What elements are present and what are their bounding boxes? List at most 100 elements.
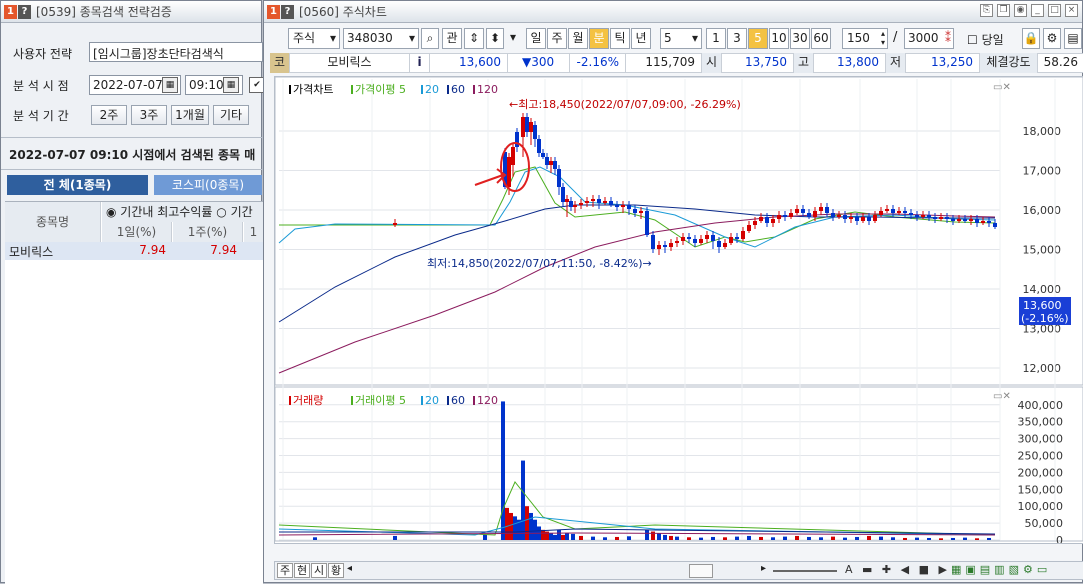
- tab-all[interactable]: 전 체(1종목): [7, 175, 148, 195]
- count-input[interactable]: 150 ▴ ▾: [842, 28, 888, 49]
- candle-body: [663, 245, 667, 247]
- volume-bar: [759, 536, 763, 540]
- volume-bar: [963, 537, 967, 540]
- info-icon[interactable]: i: [410, 53, 430, 73]
- period-tab-4[interactable]: 틱: [610, 28, 630, 49]
- interval-button-2[interactable]: 5: [748, 28, 768, 49]
- period-tab-0[interactable]: 일: [526, 28, 546, 49]
- volume-bar: [807, 536, 811, 540]
- stock-name[interactable]: 모비릭스: [290, 53, 410, 73]
- volume-bar: [533, 519, 537, 540]
- candle-body: [561, 187, 565, 202]
- candle-body: [777, 215, 781, 219]
- tab-kospi[interactable]: 코스피(0종목): [154, 175, 262, 195]
- help-icon[interactable]: ?: [18, 4, 31, 19]
- period-2w-button[interactable]: 2주: [91, 105, 127, 125]
- radio-max-return-label: 기간내 최고수익률: [120, 205, 213, 219]
- scroll-left-icon[interactable]: ◂: [347, 563, 352, 574]
- volume-bar: [663, 534, 667, 540]
- bottom-tab-3[interactable]: 황: [328, 563, 344, 578]
- interval-button-4[interactable]: 30: [790, 28, 810, 49]
- market-select[interactable]: 주식 ▾: [288, 28, 340, 49]
- candle-body: [927, 215, 931, 217]
- help-icon[interactable]: ?: [281, 4, 294, 19]
- stepper-icon[interactable]: ⬍: [486, 28, 504, 49]
- export-icons[interactable]: ▦▣▤▥▧⚙▭: [951, 563, 1051, 576]
- layout-icon[interactable]: ▤: [1064, 28, 1082, 49]
- candle-body: [957, 219, 961, 221]
- volume-bar: [675, 536, 679, 540]
- spinner-icon[interactable]: ▴ ▾: [881, 29, 885, 47]
- strategy-window-titlebar: 1? [0539] 종목검색 전략검증: [1, 1, 261, 23]
- search-icon[interactable]: ⌕: [421, 28, 439, 49]
- radio-max-return[interactable]: ◉: [106, 205, 120, 219]
- candle-body: [771, 219, 775, 223]
- chart-area[interactable]: 18,000 17,000 16,000 15,000 14,000 13,000 12,0…: [267, 76, 1083, 560]
- period-tab-2[interactable]: 월: [568, 28, 588, 49]
- interval-button-3[interactable]: 10: [769, 28, 789, 49]
- candle-body: [627, 205, 631, 209]
- volume-bar: [615, 536, 619, 540]
- updown-icon[interactable]: ⇕: [464, 28, 484, 49]
- period-tab-5[interactable]: 년: [631, 28, 651, 49]
- gear-icon[interactable]: ⚙: [1043, 28, 1061, 49]
- candle-body: [981, 221, 985, 223]
- volume-bar: [541, 529, 545, 540]
- candle-body: [873, 215, 877, 221]
- volume-bar: [565, 533, 569, 540]
- bottom-tab-0[interactable]: 주: [277, 563, 293, 578]
- vol-legend-item: 거래이평 5: [355, 394, 406, 407]
- gwan-button[interactable]: 관: [442, 28, 462, 49]
- interval-button-5[interactable]: 60: [811, 28, 831, 49]
- candle-body: [639, 211, 643, 213]
- scroll-right-icon[interactable]: ▸: [761, 563, 766, 574]
- lock-icon[interactable]: 🔒: [1022, 28, 1040, 49]
- copy-icon[interactable]: ❐: [997, 4, 1010, 17]
- price-panel: [274, 76, 1083, 386]
- volume-bar: [521, 460, 525, 540]
- interval-button-0[interactable]: 1: [706, 28, 726, 49]
- close-icon[interactable]: ×: [1065, 4, 1078, 17]
- radio-period[interactable]: ○: [216, 205, 230, 219]
- candle-body: [521, 117, 525, 137]
- chevron-down-icon: ▾: [329, 31, 336, 45]
- chart-tool-icons[interactable]: A ▬ ✚ ◀ ■ ▶: [845, 563, 950, 576]
- candle-body: [939, 217, 943, 219]
- bottom-tab-1[interactable]: 현: [294, 563, 310, 578]
- bottom-tab-2[interactable]: 시: [311, 563, 327, 578]
- link-icon[interactable]: ⎘: [980, 4, 993, 17]
- total-input[interactable]: 3000 ⁑: [904, 28, 954, 49]
- camera-icon[interactable]: ◉: [1014, 4, 1027, 17]
- volume-bar: [645, 529, 649, 540]
- interval-select[interactable]: 5 ▾: [660, 28, 702, 49]
- stock-chart-svg: 18,00017,00016,00015,00014,00013,00012,0…: [267, 76, 1083, 560]
- candle-body: [867, 217, 871, 221]
- period-other-button[interactable]: 기타: [213, 105, 249, 125]
- strategy-input[interactable]: [임시그룹]장초단타검색식: [89, 42, 263, 62]
- scrollbar-thumb[interactable]: [689, 564, 713, 578]
- candle-body: [693, 239, 697, 243]
- candle-body: [783, 215, 787, 217]
- table-row[interactable]: 모비릭스 7.94 7.94: [5, 242, 263, 260]
- period-tab-3[interactable]: 분: [589, 28, 609, 49]
- calendar-icon[interactable]: ▦: [162, 77, 178, 93]
- volume-tick-label: 100,000: [1018, 500, 1064, 513]
- period-1m-button[interactable]: 1개월: [171, 105, 209, 125]
- interval-button-1[interactable]: 3: [727, 28, 747, 49]
- period-3w-button[interactable]: 3주: [131, 105, 167, 125]
- chevron-down-icon[interactable]: ▾: [508, 28, 518, 49]
- minimize-icon[interactable]: _: [1031, 4, 1044, 17]
- time-picker-icon[interactable]: ▦: [223, 77, 239, 93]
- period-tab-1[interactable]: 주: [547, 28, 567, 49]
- today-checkbox[interactable]: ☐ 당일: [967, 31, 1004, 48]
- zoom-slider[interactable]: [773, 570, 837, 572]
- spinner-icon[interactable]: ⁑: [945, 29, 951, 48]
- maximize-icon[interactable]: □: [1048, 4, 1061, 17]
- volume-bar: [393, 535, 397, 540]
- stock-code-input[interactable]: 348030 ▾: [343, 28, 419, 49]
- volume-bar: [843, 537, 847, 540]
- volume-bar: [831, 536, 835, 540]
- price-legend-item: 120: [477, 83, 498, 96]
- volume-tick-label: 50,000: [1025, 517, 1064, 530]
- panel-close-icon: ▭✕: [993, 391, 1011, 402]
